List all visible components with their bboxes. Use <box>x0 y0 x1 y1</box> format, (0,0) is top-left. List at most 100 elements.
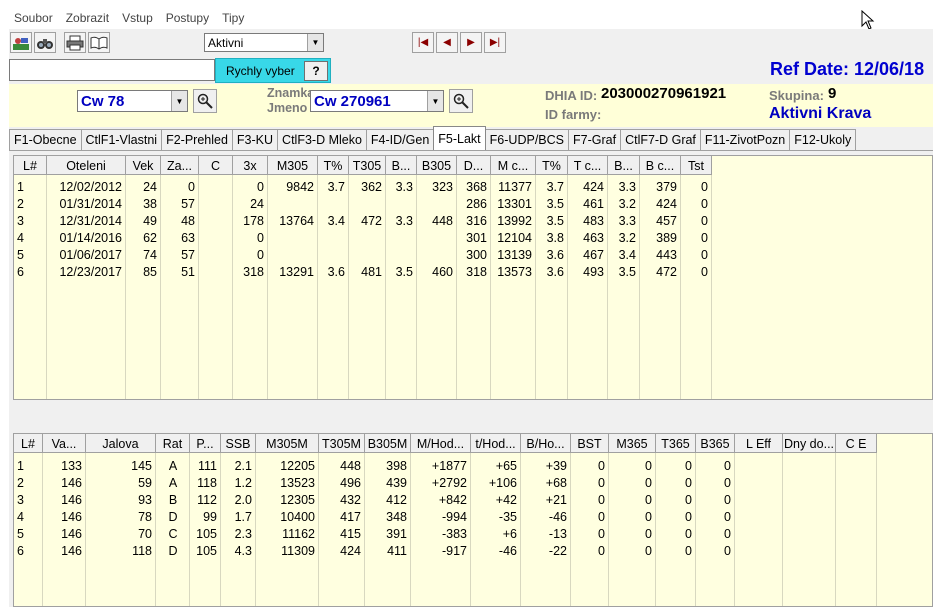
table-row[interactable]: 6 146 118 D 105 4.3 11309 424 411 -917 -46 -22 0 0 0 0 <box>14 542 877 559</box>
column-header[interactable]: B... <box>386 156 417 175</box>
previous-record-icon[interactable]: ◀ <box>436 32 458 53</box>
table-cell: 3.4 <box>327 213 345 228</box>
tab-id-gen[interactable]: F4-ID/Gen <box>365 129 435 150</box>
column-header[interactable]: B c... <box>640 156 681 175</box>
table-row[interactable]: 2 146 59 A 118 1.2 13523 496 439 +2792 +106 +68 0 0 0 0 <box>14 474 877 491</box>
column-header[interactable]: D... <box>457 156 491 175</box>
table-cell: 0 <box>598 509 605 524</box>
tab-d-mleko[interactable]: CtlF3-D Mleko <box>277 129 367 150</box>
next-record-icon[interactable]: ▶ <box>460 32 482 53</box>
column-header[interactable]: L Eff <box>735 434 783 453</box>
column-header[interactable]: SSB <box>221 434 256 453</box>
column-header[interactable]: Oteleni <box>47 156 126 175</box>
menu-postupy[interactable]: Postupy <box>166 11 209 25</box>
menu-soubor[interactable]: Soubor <box>14 11 53 25</box>
column-header[interactable]: P... <box>190 434 221 453</box>
table-cell <box>199 195 233 212</box>
menu-tipy[interactable]: Tipy <box>222 11 244 25</box>
menu-vstup[interactable]: Vstup <box>122 11 153 25</box>
tab-zivot-pozn[interactable]: F11-ZivotPozn <box>699 129 791 150</box>
table-row[interactable]: 5 146 70 C 105 2.3 11162 415 391 -383 +6 -13 0 0 0 0 <box>14 525 877 542</box>
last-record-icon[interactable]: ▶| <box>484 32 506 53</box>
table-row[interactable]: 1 133 145 A 111 2.1 12205 448 398 +1877 +65 +39 0 0 0 0 <box>14 457 877 474</box>
chevron-down-icon[interactable]: ▼ <box>427 91 443 111</box>
table-row[interactable]: 6 12/23/2017 85 51 318 13291 3.6 481 3.5 460 318 13… <box>14 263 712 280</box>
table-row[interactable]: 4 01/14/2016 62 63 0 301 12104 3.8 463 3.2 389 0 <box>14 229 712 246</box>
column-header[interactable]: T365 <box>656 434 696 453</box>
tab-obecne[interactable]: F1-Obecne <box>9 129 82 150</box>
column-header[interactable]: B305M <box>365 434 411 453</box>
column-header[interactable]: M365 <box>609 434 656 453</box>
quick-select-input[interactable] <box>9 59 215 81</box>
animal-name-combo[interactable]: Cw 270961 ▼ <box>310 90 444 112</box>
table-cell: 0 <box>685 458 692 473</box>
quick-select-help-button[interactable]: ? <box>304 61 328 81</box>
column-header[interactable]: L# <box>14 434 43 453</box>
tab-vlastni[interactable]: CtlF1-Vlastni <box>80 129 163 150</box>
menu-zobrazit[interactable]: Zobrazit <box>66 11 109 25</box>
table-cell: 0 <box>188 179 195 194</box>
printer-icon[interactable] <box>64 32 86 53</box>
first-record-icon[interactable]: |◀ <box>412 32 434 53</box>
table-cell: 13992 <box>497 213 532 228</box>
column-header[interactable]: C E <box>836 434 877 453</box>
tab-ku[interactable]: F3-KU <box>231 129 279 150</box>
column-header[interactable]: M305M <box>256 434 319 453</box>
status-combo[interactable]: Aktivni ▼ <box>204 33 324 52</box>
column-header[interactable]: 3x <box>233 156 268 175</box>
chevron-down-icon[interactable]: ▼ <box>307 34 323 51</box>
table-cell: 0 <box>701 230 708 245</box>
tab-prehled[interactable]: F2-Prehled <box>161 129 233 150</box>
column-header[interactable]: B... <box>608 156 640 175</box>
group-combo[interactable]: Cw 78 ▼ <box>77 90 188 112</box>
table-cell: -383 <box>441 526 467 541</box>
table-row[interactable]: 2 01/31/2014 38 57 24 286 13301 3.5 461 3.2 424 0 <box>14 195 712 212</box>
table-row[interactable]: 3 146 93 B 112 2.0 12305 432 412 +842 +42 +21 0 0 0 0 <box>14 491 877 508</box>
group-zoom-icon[interactable] <box>193 89 217 113</box>
column-header[interactable]: Va... <box>43 434 86 453</box>
tab-graf[interactable]: F7-Graf <box>568 129 622 150</box>
table-row[interactable]: 3 12/31/2014 49 48 178 13764 3.4 472 3.3 448 316 13… <box>14 212 712 229</box>
column-header[interactable]: T305 <box>349 156 386 175</box>
table-cell: 3.3 <box>618 179 636 194</box>
chevron-down-icon[interactable]: ▼ <box>171 91 187 111</box>
column-header[interactable]: T c... <box>568 156 608 175</box>
binoculars-icon[interactable] <box>34 32 56 53</box>
table-row[interactable]: 4 146 78 D 99 1.7 10400 417 348 -994 -35 -46 0 0 0 0 <box>14 508 877 525</box>
skupina-label: Skupina: <box>769 88 824 103</box>
tab-ukoly[interactable]: F12-Ukoly <box>789 129 857 150</box>
column-header[interactable]: t/Hod... <box>471 434 521 453</box>
column-header[interactable]: T% <box>318 156 349 175</box>
column-header[interactable]: B/Ho... <box>521 434 571 453</box>
column-header[interactable]: B365 <box>696 434 735 453</box>
table-row[interactable]: 1 12/02/2012 24 0 0 9842 3.7 362 3.3 323 368 11377 3… <box>14 178 712 195</box>
column-header[interactable]: C <box>199 156 233 175</box>
column-header[interactable]: M c... <box>491 156 536 175</box>
column-header[interactable]: B305 <box>417 156 457 175</box>
table-cell: 178 <box>243 213 264 228</box>
column-header[interactable]: T% <box>536 156 568 175</box>
table-cell: 146 <box>61 475 82 490</box>
column-header[interactable]: M305 <box>268 156 318 175</box>
lactation-evaluation-table[interactable]: L# Va... Jalova Rat P... SSB M305M T305M B305M M/… <box>13 433 933 607</box>
column-header[interactable]: M/Hod... <box>411 434 471 453</box>
column-header[interactable]: BST <box>571 434 609 453</box>
tab-udp-bcs[interactable]: F6-UDP/BCS <box>484 129 569 150</box>
cow-import-icon[interactable] <box>10 32 32 53</box>
animal-zoom-icon[interactable] <box>449 89 473 113</box>
table-cell <box>268 246 318 263</box>
column-header[interactable]: Jalova <box>86 434 156 453</box>
column-header[interactable]: Dny do... <box>783 434 836 453</box>
column-header[interactable]: Rat <box>156 434 190 453</box>
column-header[interactable]: Tst <box>681 156 712 175</box>
column-header[interactable]: T305M <box>319 434 365 453</box>
table-row[interactable]: 5 01/06/2017 74 57 0 300 13139 3.6 467 3.4 443 0 <box>14 246 712 263</box>
book-icon[interactable] <box>88 32 110 53</box>
column-header[interactable]: Vek <box>126 156 161 175</box>
column-header[interactable]: L# <box>14 156 47 175</box>
lactation-table[interactable]: L# Oteleni Vek Za... C 3x M305 T% T305 B... B305 D.… <box>13 155 933 400</box>
tab-lakt[interactable]: F5-Lakt <box>433 126 486 150</box>
tab-d-graf[interactable]: CtlF7-D Graf <box>620 129 701 150</box>
column-header[interactable]: Za... <box>161 156 199 175</box>
table-cell: 0 <box>701 196 708 211</box>
